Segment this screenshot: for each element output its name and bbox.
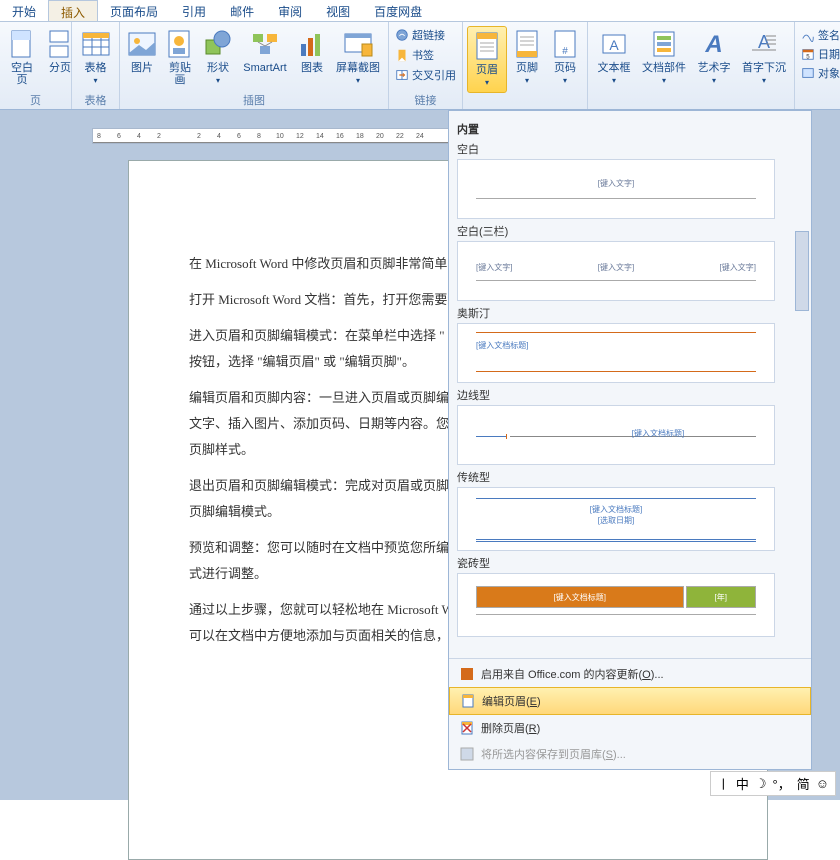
svg-text:A: A (704, 31, 722, 58)
dropcap-button[interactable]: A 首字下沉▾ (738, 26, 790, 89)
gallery-item-tiles[interactable]: [键入文档标题] [年] (457, 573, 775, 637)
svg-text:#: # (562, 46, 568, 57)
menu-edit-header[interactable]: 编辑页眉(E) (449, 687, 811, 715)
svg-text:22: 22 (396, 133, 404, 140)
svg-text:14: 14 (316, 133, 324, 140)
svg-text:8: 8 (257, 133, 261, 140)
svg-text:12: 12 (296, 133, 304, 140)
picture-button[interactable]: 图片 (124, 26, 160, 76)
svg-text:4: 4 (217, 133, 221, 140)
group-headerfooter-label (467, 108, 583, 109)
ime-punct[interactable]: °， (773, 774, 791, 793)
gallery-item-sideline[interactable]: [键入文档标题] (457, 405, 775, 465)
gallery-category-builtin: 内置 (457, 121, 803, 137)
wordart-button[interactable]: A 艺术字▾ (692, 26, 736, 89)
svg-text:10: 10 (276, 133, 284, 140)
clipart-button[interactable]: 剪贴画 (162, 26, 198, 88)
gallery-item-austin[interactable]: [键入文档标题] (457, 323, 775, 383)
header-gallery-scroll[interactable]: 内置 空白 [键入文字] 空白(三栏) [键入文字] [键入文字] [键入文字]… (449, 111, 811, 658)
group-pages-label: 页 (4, 92, 67, 109)
svg-text:6: 6 (117, 133, 121, 140)
svg-text:5: 5 (806, 53, 810, 60)
gallery-item-blank3[interactable]: [键入文字] [键入文字] [键入文字] (457, 241, 775, 301)
svg-text:16: 16 (336, 133, 344, 140)
screenshot-button[interactable]: 屏幕截图▾ (332, 26, 384, 89)
chart-button[interactable]: 图表 (294, 26, 330, 76)
ime-lang[interactable]: 中 (736, 774, 749, 793)
tab-layout[interactable]: 页面布局 (98, 0, 170, 21)
moon-icon[interactable]: ☽ (755, 776, 767, 792)
pagenumber-button[interactable]: # 页码▾ (547, 26, 583, 89)
tab-insert[interactable]: 插入 (48, 0, 98, 21)
svg-text:24: 24 (416, 133, 424, 140)
group-text-label (592, 108, 790, 109)
svg-text:20: 20 (376, 133, 384, 140)
object-button[interactable]: 对象 ▾ (799, 64, 840, 82)
gallery-item-traditional-label: 传统型 (457, 469, 803, 485)
tab-mailings[interactable]: 邮件 (218, 0, 266, 21)
header-gallery: 内置 空白 [键入文字] 空白(三栏) [键入文字] [键入文字] [键入文字]… (448, 110, 812, 770)
svg-text:4: 4 (137, 133, 141, 140)
hyperlink-button[interactable]: 超链接 (393, 26, 447, 44)
gallery-item-blank[interactable]: [键入文字] (457, 159, 775, 219)
gallery-item-tiles-label: 瓷砖型 (457, 555, 803, 571)
menu-save-to-gallery: 将所选内容保存到页眉库(S)... (449, 741, 811, 767)
signature-button[interactable]: 签名行 ▾ (799, 26, 840, 44)
tab-view[interactable]: 视图 (314, 0, 362, 21)
table-button[interactable]: 表格▾ (76, 26, 115, 89)
tab-references[interactable]: 引用 (170, 0, 218, 21)
svg-text:A: A (609, 37, 619, 53)
group-illustrations-label: 插图 (124, 92, 384, 109)
gallery-item-austin-label: 奥斯汀 (457, 305, 803, 321)
gallery-footer: 启用来自 Office.com 的内容更新(O)... 编辑页眉(E) 删除页眉… (449, 658, 811, 769)
shapes-button[interactable]: 形状▾ (200, 26, 236, 89)
menu-office-updates[interactable]: 启用来自 Office.com 的内容更新(O)... (449, 661, 811, 687)
svg-text:2: 2 (157, 133, 161, 140)
bookmark-button[interactable]: 书签 (393, 46, 436, 64)
footer-button[interactable]: 页脚▾ (509, 26, 545, 89)
coverpage-button[interactable]: 空白页 (4, 26, 40, 88)
gallery-item-traditional[interactable]: [键入文档标题] [选取日期] (457, 487, 775, 551)
menu-remove-header[interactable]: 删除页眉(R) (449, 715, 811, 741)
group-tables-label: 表格 (76, 92, 115, 109)
tab-home[interactable]: 开始 (0, 0, 48, 21)
svg-text:6: 6 (237, 133, 241, 140)
tab-baidu[interactable]: 百度网盘 (362, 0, 434, 21)
ribbon: 空白页 分页 页 表格▾ 表格 图片 剪贴画 (0, 22, 840, 110)
smartart-button[interactable]: SmartArt (238, 26, 292, 76)
svg-text:2: 2 (197, 133, 201, 140)
quickparts-button[interactable]: 文档部件▾ (638, 26, 690, 89)
ime-bar[interactable]: 〡 中 ☽ °， 简 ☺ (710, 771, 836, 796)
gallery-item-sideline-label: 边线型 (457, 387, 803, 403)
tab-review[interactable]: 审阅 (266, 0, 314, 21)
gallery-scrollbar-thumb[interactable] (795, 231, 809, 311)
gallery-item-blank-label: 空白 (457, 141, 803, 157)
svg-text:18: 18 (356, 133, 364, 140)
header-button[interactable]: 页眉▾ (469, 28, 505, 91)
textbox-button[interactable]: A 文本框▾ (592, 26, 636, 89)
datetime-button[interactable]: 5日期和时间 (799, 45, 840, 63)
ribbon-tabs: 开始 插入 页面布局 引用 邮件 审阅 视图 百度网盘 (0, 0, 840, 22)
crossref-button[interactable]: 交叉引用 (393, 66, 458, 84)
gallery-item-blank3-label: 空白(三栏) (457, 223, 803, 239)
ime-cursor-icon: 〡 (717, 774, 730, 793)
smile-icon[interactable]: ☺ (816, 776, 829, 791)
group-links-label: 链接 (393, 92, 458, 109)
ime-charset[interactable]: 简 (797, 774, 810, 793)
svg-text:A: A (758, 32, 770, 52)
svg-text:8: 8 (97, 133, 101, 140)
